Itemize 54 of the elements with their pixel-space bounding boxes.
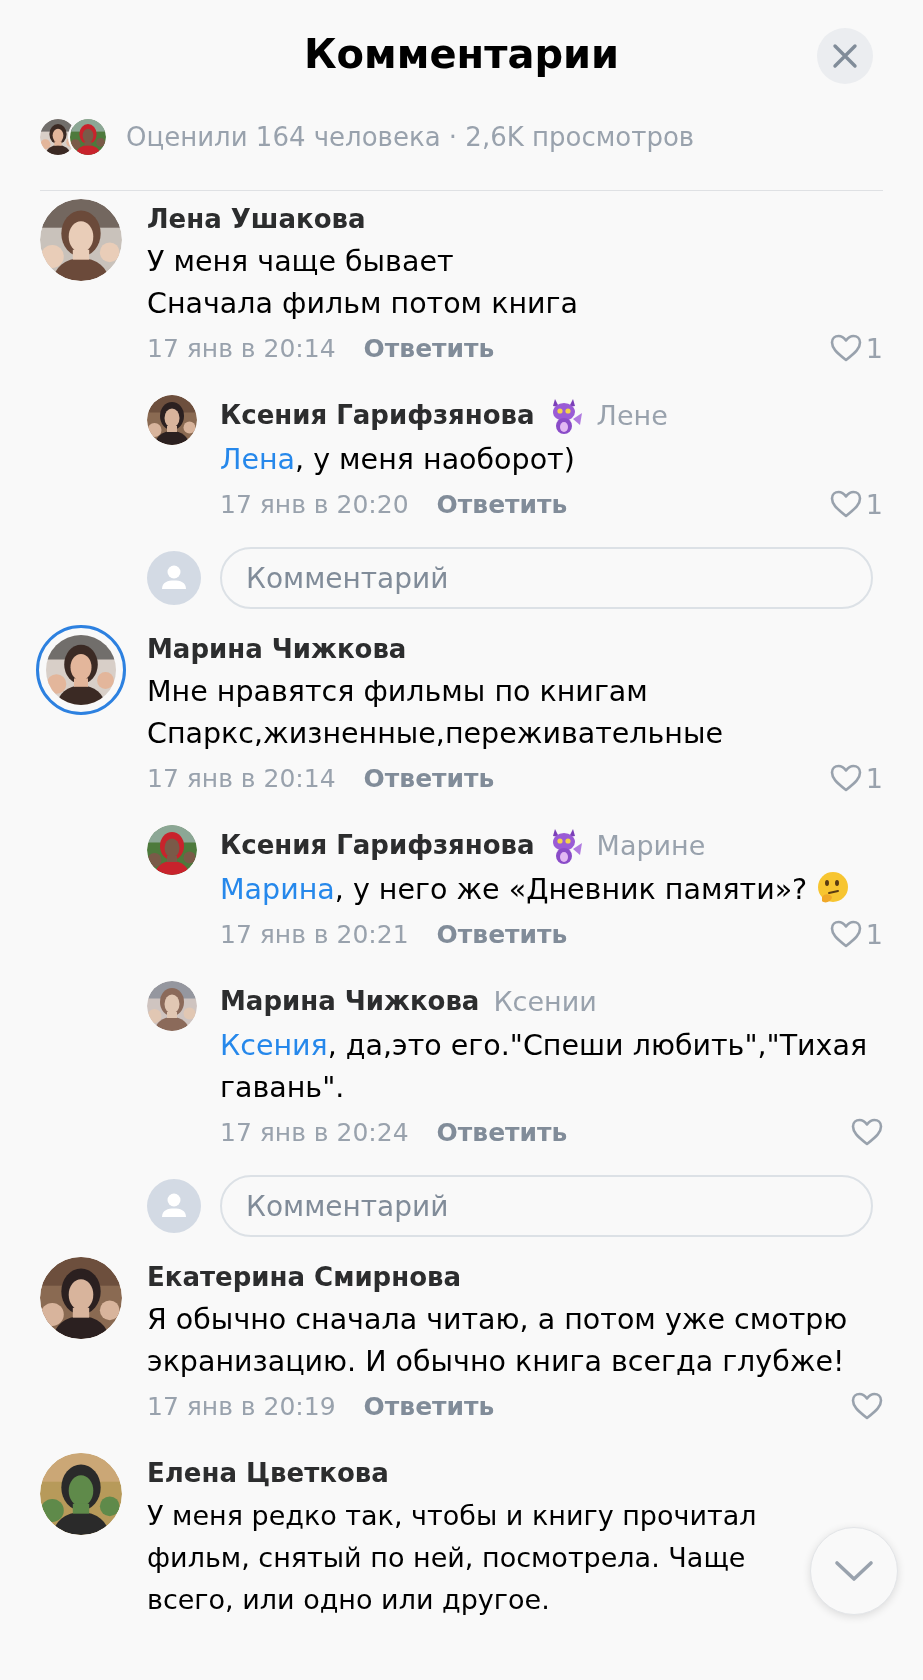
like-button[interactable] bbox=[851, 1118, 883, 1146]
comment-text: Мне нравятся фильмы по книгам Спаркс,жизненные,переживательные bbox=[147, 674, 724, 752]
comment-text: У меня редко так, чтобы и книгу прочитал фильм, снятый по ней, посмотрела. Чаще всего, или одно или другое. bbox=[147, 1499, 757, 1617]
comment-text: У меня чаще бывает Сначала фильм потом книга bbox=[147, 244, 579, 322]
comment-date: 17 янв в 20:14 bbox=[147, 333, 336, 363]
author-name[interactable]: Лена Ушакова bbox=[147, 204, 366, 234]
like-button[interactable] bbox=[851, 1392, 883, 1420]
comment-date: 17 янв в 20:14 bbox=[147, 763, 336, 793]
author-name[interactable]: Екатерина Смирнова bbox=[147, 1262, 462, 1292]
avatar-placeholder-icon bbox=[147, 551, 201, 605]
avatar-placeholder-icon bbox=[147, 1179, 201, 1233]
reply-to-name: Марине bbox=[596, 829, 706, 861]
like-button[interactable]: 1 bbox=[829, 488, 883, 520]
chevron-down-icon bbox=[834, 1560, 874, 1582]
close-icon bbox=[832, 43, 858, 69]
author-name[interactable]: Елена Цветкова bbox=[147, 1458, 389, 1488]
mention-link[interactable]: Марина bbox=[220, 873, 335, 906]
comment-text: Лена, у меня наоборот) bbox=[220, 442, 576, 478]
reply-button[interactable]: Ответить bbox=[436, 919, 568, 949]
comment-field[interactable]: Комментарий bbox=[220, 547, 873, 609]
reply-button[interactable]: Ответить bbox=[363, 333, 495, 363]
mention-link[interactable]: Ксения bbox=[220, 1029, 328, 1062]
panel-title: Комментарии bbox=[303, 31, 620, 79]
reply-button[interactable]: Ответить bbox=[363, 763, 495, 793]
comment-date: 17 янв в 20:21 bbox=[220, 919, 409, 949]
reply-button[interactable]: Ответить bbox=[436, 1117, 568, 1147]
like-button[interactable]: 1 bbox=[829, 918, 883, 950]
comment-date: 17 янв в 20:19 bbox=[147, 1391, 336, 1421]
reply-to-name: Лене bbox=[596, 399, 668, 431]
author-name[interactable]: Марина Чижкова bbox=[220, 986, 480, 1016]
heart-icon bbox=[829, 764, 862, 792]
reply-to-name: Ксении bbox=[493, 985, 597, 1017]
comment-field[interactable]: Комментарий bbox=[220, 1175, 873, 1237]
comment-text: Марина, у него же «Дневник памяти»? bbox=[220, 869, 883, 911]
comment-text: Ксения, да,это его."Спеши любить","Тихая гавань". bbox=[220, 1028, 869, 1106]
heart-icon bbox=[851, 1392, 883, 1420]
comment-date: 17 янв в 20:24 bbox=[220, 1117, 409, 1147]
reply-button[interactable]: Ответить bbox=[363, 1391, 495, 1421]
author-name[interactable]: Ксения Гарифзянова bbox=[220, 400, 535, 430]
like-button[interactable]: 1 bbox=[829, 762, 883, 794]
close-button[interactable] bbox=[817, 28, 873, 84]
scroll-down-button[interactable] bbox=[810, 1527, 898, 1615]
mention-link[interactable]: Лена bbox=[220, 443, 296, 476]
likes-views-text: Оценили 164 человека · 2,6K просмотров bbox=[126, 122, 695, 152]
like-button[interactable]: 1 bbox=[829, 332, 883, 364]
heart-icon bbox=[829, 334, 862, 362]
comment-date: 17 янв в 20:20 bbox=[220, 489, 409, 519]
heart-icon bbox=[829, 920, 862, 948]
comment-text: Я обычно сначала читаю, а потом уже смотрю экранизацию. И обычно книга всегда глубже! bbox=[147, 1302, 849, 1380]
heart-icon bbox=[829, 490, 862, 518]
author-name[interactable]: Марина Чижкова bbox=[147, 634, 407, 664]
author-name[interactable]: Ксения Гарифзянова bbox=[220, 830, 535, 860]
reply-button[interactable]: Ответить bbox=[436, 489, 568, 519]
heart-icon bbox=[851, 1118, 883, 1146]
